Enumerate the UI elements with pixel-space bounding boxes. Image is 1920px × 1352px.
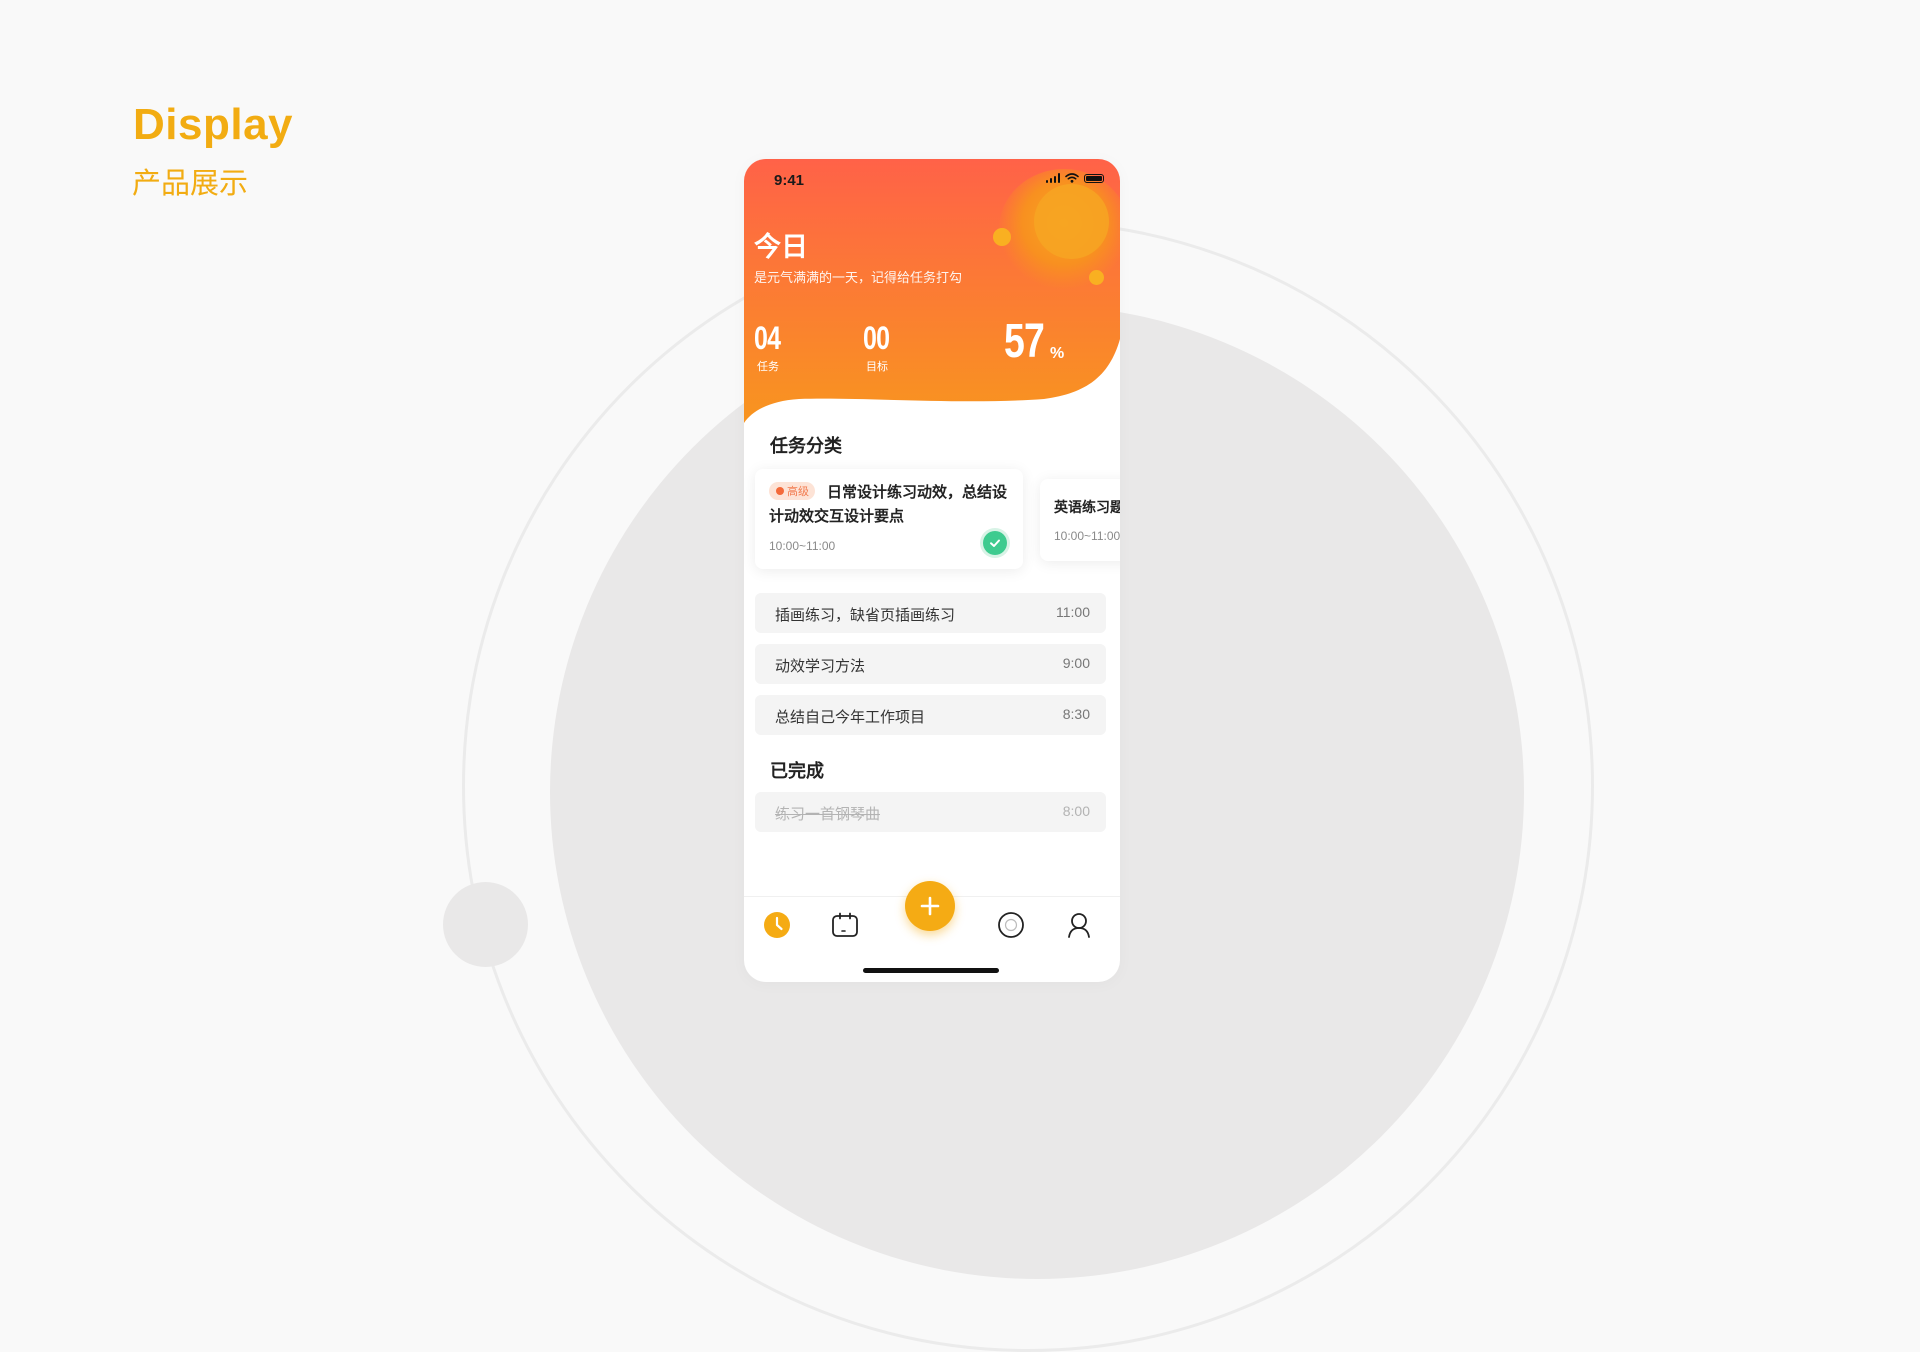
status-time: 9:41 <box>774 172 805 189</box>
calendar-icon[interactable] <box>831 911 859 939</box>
section-title-categories: 任务分类 <box>770 436 842 456</box>
task-card-time: 10:00~11:00 <box>769 539 836 553</box>
task-card-time: 10:00~11:00 <box>1054 529 1120 543</box>
signal-icon <box>1045 173 1060 183</box>
completed-row-text: 练习一首钢琴曲 <box>775 806 881 823</box>
check-icon[interactable] <box>983 531 1007 555</box>
status-icons <box>1045 173 1104 183</box>
task-row-time: 9:00 <box>1062 655 1090 671</box>
completed-row[interactable]: 练习一首钢琴曲 8:00 <box>755 792 1106 832</box>
heading-chinese: 产品展示 <box>132 168 249 200</box>
task-card[interactable]: 英语练习题 10:00~11:00 <box>1040 479 1120 561</box>
add-button[interactable] <box>905 881 955 931</box>
today-title: 今日 <box>754 232 808 262</box>
header-orb-core <box>1034 184 1109 259</box>
phone-screen: 9:41 今日 是元气满满的一天，记得给任务打勾 04 任务 00 目标 57 … <box>744 159 1120 982</box>
heading-english: Display <box>133 100 294 149</box>
task-row-text: 总结自己今年工作项目 <box>775 709 926 726</box>
wifi-icon <box>1065 173 1079 183</box>
stat-tasks-label: 任务 <box>757 361 779 373</box>
progress-value: 57 <box>1004 315 1045 368</box>
task-card[interactable]: 日常设计练习动效，总结设计动效交互设计要点 高级 10:00~11:00 <box>755 469 1023 569</box>
progress-unit: % <box>1050 345 1065 362</box>
task-row-text: 插画练习，缺省页插画练习 <box>775 607 956 624</box>
priority-tag-label: 高级 <box>787 486 809 498</box>
header-orb-dot <box>1089 270 1104 285</box>
priority-dot-icon <box>776 487 784 495</box>
circle-icon[interactable] <box>997 911 1025 939</box>
task-row-time: 11:00 <box>1056 604 1090 620</box>
stat-goals-label: 目标 <box>866 361 888 373</box>
completed-row-time: 8:00 <box>1062 803 1090 819</box>
task-card-title: 英语练习题 <box>1054 499 1120 515</box>
priority-tag: 高级 <box>769 482 815 500</box>
home-indicator <box>863 968 999 973</box>
task-row[interactable]: 插画练习，缺省页插画练习 11:00 <box>755 593 1106 633</box>
task-row[interactable]: 总结自己今年工作项目 8:30 <box>755 695 1106 735</box>
add-icon <box>920 896 940 916</box>
today-subtitle: 是元气满满的一天，记得给任务打勾 <box>754 270 963 285</box>
task-row-time: 8:30 <box>1062 706 1090 722</box>
user-icon[interactable] <box>1065 911 1093 939</box>
task-row[interactable]: 动效学习方法 9:00 <box>755 644 1106 684</box>
stat-goals-value: 00 <box>863 320 890 356</box>
background-dot <box>443 882 528 967</box>
stat-tasks-value: 04 <box>754 320 781 356</box>
clock-icon[interactable] <box>763 911 791 939</box>
battery-icon <box>1084 173 1104 183</box>
header-orb-dot <box>993 228 1011 246</box>
task-row-text: 动效学习方法 <box>775 658 866 675</box>
section-title-completed: 已完成 <box>770 761 824 781</box>
